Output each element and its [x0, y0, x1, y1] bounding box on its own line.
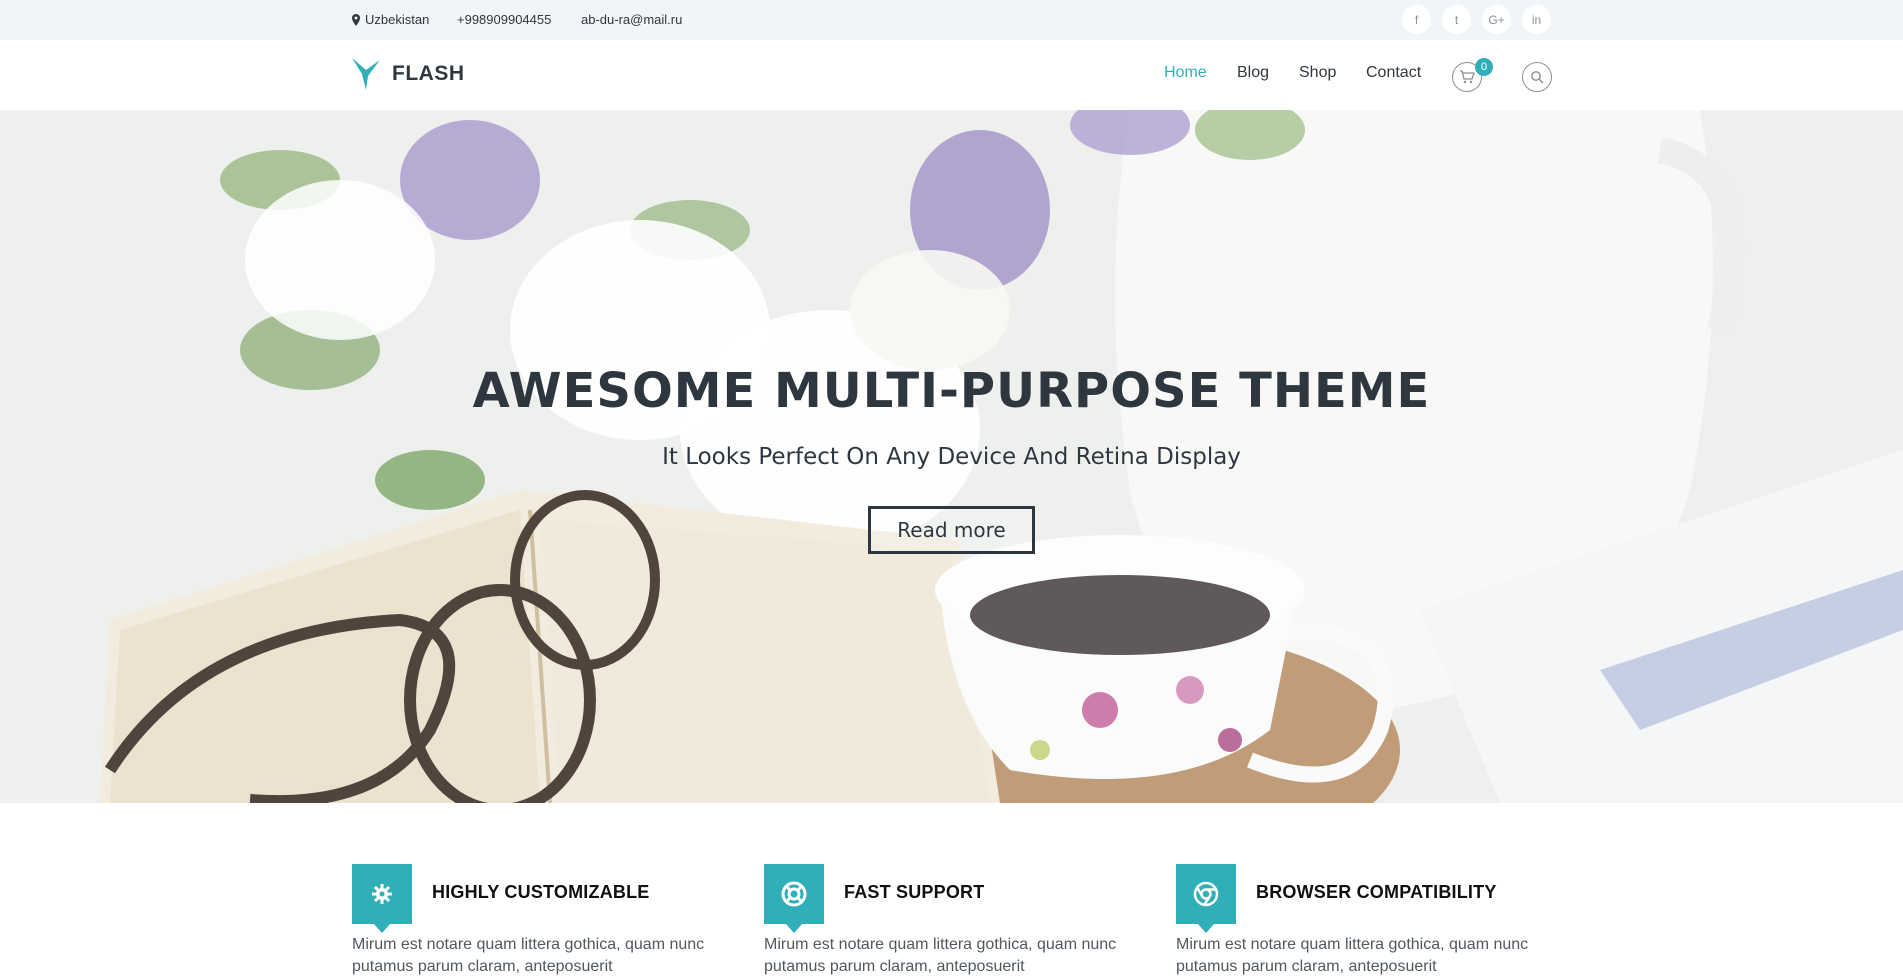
gear-icon — [372, 884, 392, 904]
phone-text: +998909904455 — [457, 12, 552, 27]
nav-home[interactable]: Home — [1164, 64, 1207, 82]
facebook-icon: f — [1414, 12, 1419, 27]
feature-text: Mirum est notare quam littera gothica, q… — [352, 936, 705, 975]
nav-blog[interactable]: Blog — [1237, 64, 1269, 82]
google-plus-icon: G+ — [1488, 12, 1505, 27]
logo-mark-icon — [352, 58, 380, 90]
map-marker-icon — [352, 14, 360, 26]
cart-icon — [1460, 70, 1475, 84]
feature-text: Mirum est notare quam littera gothica, q… — [1176, 936, 1529, 975]
site-logo[interactable]: FLASH — [352, 58, 465, 90]
logo-text: FLASH — [392, 62, 465, 85]
nav-contact[interactable]: Contact — [1366, 64, 1421, 82]
twitter-link[interactable]: t — [1442, 5, 1471, 34]
twitter-icon: t — [1454, 12, 1459, 27]
email-text: ab-du-ra@mail.ru — [581, 12, 683, 27]
hero-slider: AWESOME MULTI-PURPOSE THEME It Looks Per… — [0, 110, 1903, 803]
nav-shop[interactable]: Shop — [1299, 64, 1336, 82]
phone-info: +998909904455 — [457, 0, 551, 40]
facebook-link[interactable]: f — [1402, 5, 1431, 34]
feature-icon-box — [1176, 864, 1236, 933]
email-info: ab-du-ra@mail.ru — [581, 0, 682, 40]
linkedin-link[interactable]: in — [1522, 5, 1551, 34]
chrome-icon — [1193, 881, 1219, 907]
linkedin-icon: in — [1531, 12, 1542, 27]
lifebuoy-icon — [781, 881, 807, 907]
site-header: FLASH Home Blog Shop Contact 0 — [0, 40, 1903, 110]
search-button[interactable] — [1522, 62, 1552, 92]
feature-title: HIGHLY CUSTOMIZABLE — [432, 882, 650, 902]
read-more-button[interactable]: Read more — [868, 506, 1035, 554]
cart-count-badge: 0 — [1475, 58, 1493, 76]
google-plus-link[interactable]: G+ — [1482, 5, 1511, 34]
feature-icon-box — [764, 864, 824, 933]
location-info: Uzbekistan — [352, 0, 429, 40]
feature-title: FAST SUPPORT — [844, 882, 985, 902]
hero-title: AWESOME MULTI-PURPOSE THEME — [472, 363, 1431, 419]
hero-subtitle: It Looks Perfect On Any Device And Retin… — [662, 444, 1241, 470]
feature-title: BROWSER COMPATIBILITY — [1256, 882, 1497, 902]
feature-icon-box — [352, 864, 412, 933]
search-icon — [1531, 71, 1544, 84]
feature-text: Mirum est notare quam littera gothica, q… — [764, 936, 1117, 975]
location-text: Uzbekistan — [365, 12, 430, 27]
top-bar: Uzbekistan +998909904455 ab-du-ra@mail.r… — [0, 0, 1903, 40]
